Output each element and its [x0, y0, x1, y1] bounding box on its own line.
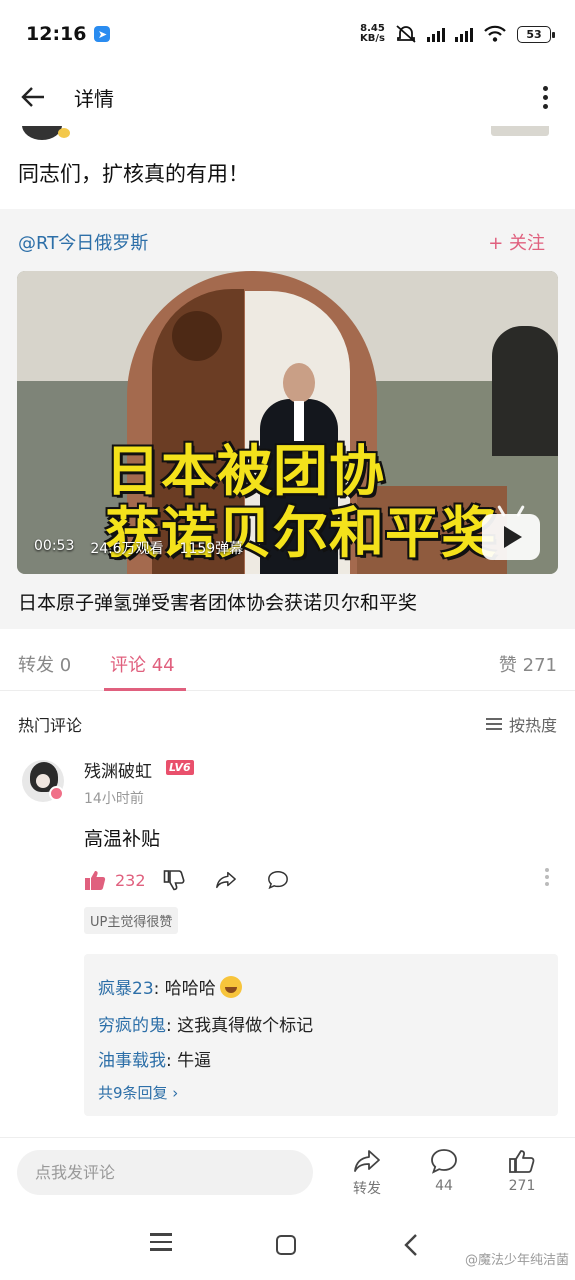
video-views: 24.6万观看	[90, 541, 164, 557]
reply-text: 这我真得做个标记	[177, 1016, 314, 1036]
page-title: 详情	[74, 86, 114, 111]
share-icon	[354, 1150, 380, 1172]
video-door-carving	[172, 311, 222, 361]
sort-button[interactable]: 按热度	[485, 712, 557, 736]
video-bust	[492, 326, 558, 456]
wifi-icon	[484, 25, 506, 42]
back-icon[interactable]	[404, 1233, 418, 1257]
repost-card[interactable]: @RT今日俄罗斯 + 关注 日本被团协 获诺贝尔和平奖 00:53 24.6万观…	[0, 209, 575, 629]
tab-like[interactable]: 赞 271	[499, 651, 557, 677]
thumb-down-icon[interactable]	[163, 869, 185, 891]
scrolled-content-remnant	[0, 126, 575, 144]
signal-icon-1	[427, 26, 445, 42]
comment-time: 14小时前	[84, 791, 144, 807]
follow-button[interactable]: + 关注	[488, 229, 545, 255]
reply-text: 牛逼	[177, 1051, 212, 1071]
reply-item[interactable]: 油事载我: 牛逼	[98, 1046, 211, 1071]
video-meta: 00:53 24.6万观看 1159弹幕	[34, 538, 243, 558]
tab-repost[interactable]: 转发 0	[18, 651, 71, 677]
reply-separator: :	[166, 1016, 178, 1036]
comment-text: 高温补贴	[84, 828, 161, 850]
reply-bubble-icon[interactable]	[267, 869, 289, 891]
avatar-badge	[49, 786, 64, 801]
avatar-face	[36, 774, 50, 788]
bottom-action-bar: 点我发评论 转发 44 271	[0, 1137, 575, 1211]
tab-comment[interactable]: 评论 44	[110, 651, 175, 677]
comment-like-count: 232	[115, 870, 146, 890]
more-vertical-icon[interactable]	[535, 85, 555, 109]
share-icon[interactable]	[215, 869, 237, 891]
play-icon[interactable]	[482, 514, 540, 560]
network-speed-unit: KB/s	[360, 33, 385, 44]
scrolled-avatar	[22, 126, 62, 140]
status-indicators: 8.45 KB/s 53	[360, 24, 555, 44]
comment-button[interactable]: 44	[419, 1148, 469, 1194]
reply-item[interactable]: 疯暴23: 哈哈哈	[98, 974, 242, 999]
up-liked-tag: UP主觉得很赞	[84, 907, 179, 934]
thumb-up-icon[interactable]	[84, 869, 106, 891]
repost-author[interactable]: @RT今日俄罗斯	[18, 229, 148, 255]
laughing-emoji-icon	[219, 976, 242, 998]
reply-item[interactable]: 穷疯的鬼: 这我真得做个标记	[98, 1011, 313, 1036]
reply-bubble-icon	[431, 1149, 457, 1174]
comment-count: 44	[435, 1178, 453, 1194]
thumb-up-icon	[509, 1150, 535, 1173]
scrolled-image	[491, 126, 549, 136]
like-button[interactable]: 271	[497, 1148, 547, 1194]
repost-button[interactable]: 转发	[342, 1148, 392, 1198]
status-bar: 12:16 ➤ 8.45 KB/s 53	[0, 0, 575, 68]
status-time: 12:16	[26, 23, 87, 45]
reply-separator: :	[153, 979, 165, 999]
reply-username[interactable]: 疯暴23	[98, 979, 154, 999]
detail-tabs: 转发 0 评论 44 赞 271	[0, 629, 575, 691]
video-caption-line1: 日本被团协	[105, 439, 386, 503]
system-nav-bar: @魔法少年纯洁菌	[0, 1211, 575, 1280]
video-title[interactable]: 日本原子弹氢弹受害者团体协会获诺贝尔和平奖	[18, 588, 417, 615]
comment-more-icon[interactable]	[545, 868, 549, 886]
watermark: @魔法少年纯洁菌	[464, 1253, 569, 1268]
video-speaker-head	[283, 363, 315, 403]
back-arrow-icon[interactable]	[20, 85, 46, 109]
battery-indicator: 53	[517, 25, 555, 43]
reply-separator: :	[166, 1051, 178, 1071]
level-badge: LV6	[166, 760, 194, 775]
top-nav-bar: 详情	[0, 68, 575, 126]
video-duration: 00:53	[34, 538, 75, 554]
more-replies-link[interactable]: 共9条回复 ›	[98, 1082, 178, 1103]
home-icon[interactable]	[276, 1235, 296, 1255]
mute-icon	[396, 25, 416, 43]
comment-username[interactable]: 残渊破虹	[84, 757, 152, 782]
app-notification-icon: ➤	[94, 26, 111, 42]
sort-label: 按热度	[508, 716, 557, 735]
reply-preview[interactable]: 疯暴23: 哈哈哈 穷疯的鬼: 这我真得做个标记 油事载我: 牛逼 共9条回复 …	[84, 954, 558, 1116]
active-tab-indicator	[104, 688, 186, 691]
video-danmaku: 1159弹幕	[179, 541, 244, 557]
menu-icon[interactable]	[150, 1233, 172, 1251]
video-player[interactable]: 日本被团协 获诺贝尔和平奖 00:53 24.6万观看 1159弹幕	[17, 271, 558, 574]
network-speed: 8.45 KB/s	[360, 24, 385, 44]
video-speaker-shirt	[294, 401, 304, 441]
like-count: 271	[508, 1178, 536, 1194]
scrolled-badge	[58, 128, 70, 138]
post-text: 同志们，扩核真的有用！	[18, 162, 249, 186]
sort-icon	[485, 718, 502, 730]
reply-username[interactable]: 油事载我	[98, 1051, 166, 1071]
hot-comments-heading: 热门评论	[18, 716, 83, 735]
reply-username[interactable]: 穷疯的鬼	[98, 1016, 166, 1036]
comment-input[interactable]: 点我发评论	[17, 1150, 313, 1195]
comment-actions: 232	[84, 866, 319, 894]
reply-text: 哈哈哈	[164, 979, 216, 999]
repost-label: 转发	[353, 1181, 381, 1197]
signal-icon-2	[455, 26, 473, 42]
